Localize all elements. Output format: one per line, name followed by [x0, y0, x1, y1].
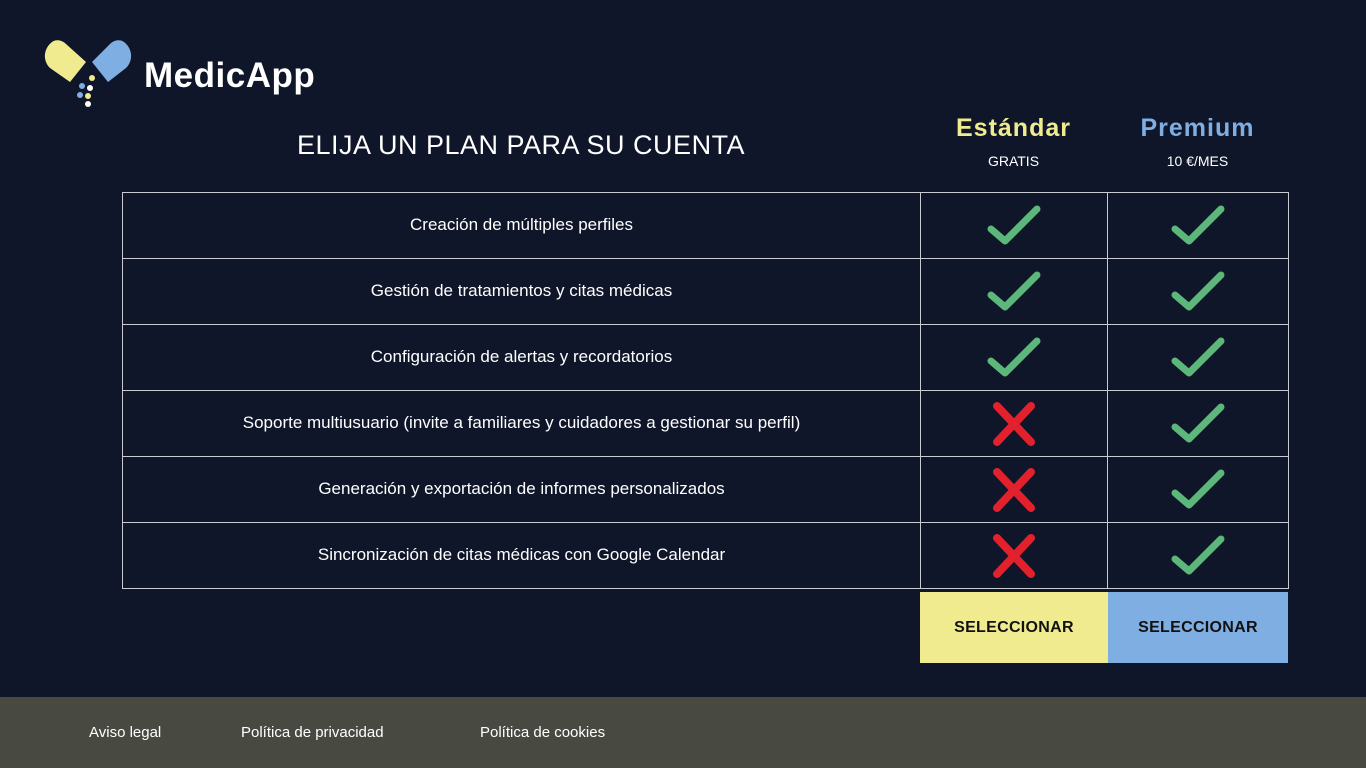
footer: Aviso legal Política de privacidad Polít…	[0, 697, 1366, 768]
feature-cell: Gestión de tratamientos y citas médicas	[122, 258, 921, 325]
check-icon	[987, 203, 1041, 249]
select-premium-button[interactable]: SELECCIONAR	[1108, 592, 1288, 663]
table-row: Creación de múltiples perfiles	[122, 192, 1289, 259]
check-icon	[1171, 467, 1225, 513]
feature-label: Sincronización de citas médicas con Goog…	[317, 544, 726, 564]
premium-availability-cell	[1107, 390, 1289, 457]
premium-availability-cell	[1107, 324, 1289, 391]
check-icon	[1171, 335, 1225, 381]
feature-cell: Soporte multiusuario (invite a familiare…	[122, 390, 921, 457]
table-row: Generación y exportación de informes per…	[122, 456, 1289, 523]
standard-availability-cell	[920, 258, 1108, 325]
check-icon	[1171, 401, 1225, 447]
app-logo[interactable]: MedicApp	[42, 38, 315, 110]
standard-availability-cell	[920, 522, 1108, 589]
standard-availability-cell	[920, 192, 1108, 259]
feature-label: Configuración de alertas y recordatorios	[370, 346, 673, 366]
feature-cell: Sincronización de citas médicas con Goog…	[122, 522, 921, 589]
table-row: Soporte multiusuario (invite a familiare…	[122, 390, 1289, 457]
standard-availability-cell	[920, 390, 1108, 457]
footer-link-legal-notice[interactable]: Aviso legal	[89, 724, 161, 741]
page-title: ELIJA UN PLAN PARA SU CUENTA	[296, 130, 746, 160]
feature-comparison-table: Creación de múltiples perfiles Gestión de…	[122, 192, 1289, 589]
check-icon	[1171, 533, 1225, 579]
cross-icon	[987, 401, 1041, 447]
footer-link-privacy-policy[interactable]: Política de privacidad	[241, 724, 384, 741]
pill-capsule-icon	[44, 40, 132, 107]
feature-label: Generación y exportación de informes per…	[318, 478, 725, 498]
table-row: Gestión de tratamientos y citas médicas	[122, 258, 1289, 325]
premium-availability-cell	[1107, 258, 1289, 325]
check-icon	[1171, 269, 1225, 315]
feature-cell: Generación y exportación de informes per…	[122, 456, 921, 523]
cross-icon	[987, 533, 1041, 579]
standard-availability-cell	[920, 456, 1108, 523]
premium-plan-price: 10 €/MES	[1166, 153, 1229, 169]
footer-link-cookie-policy[interactable]: Política de cookies	[480, 724, 605, 741]
standard-plan-name: Estándar	[956, 114, 1071, 142]
premium-availability-cell	[1107, 456, 1289, 523]
standard-plan-header: Estándar GRATIS	[920, 114, 1107, 169]
cross-icon	[987, 467, 1041, 513]
premium-availability-cell	[1107, 522, 1289, 589]
feature-label: Creación de múltiples perfiles	[410, 214, 633, 234]
select-standard-button[interactable]: SELECCIONAR	[920, 592, 1108, 663]
feature-cell: Creación de múltiples perfiles	[122, 192, 921, 259]
table-row: Sincronización de citas médicas con Goog…	[122, 522, 1289, 589]
check-icon	[987, 335, 1041, 381]
premium-availability-cell	[1107, 192, 1289, 259]
feature-label: Soporte multiusuario (invite a familiare…	[242, 412, 801, 432]
premium-plan-name: Premium	[1140, 114, 1255, 142]
app-name: MedicApp	[144, 56, 316, 95]
pricing-page: MedicApp ELIJA UN PLAN PARA SU CUENTA Es…	[0, 0, 1366, 768]
standard-availability-cell	[920, 324, 1108, 391]
feature-label: Gestión de tratamientos y citas médicas	[370, 280, 673, 300]
standard-plan-price: GRATIS	[987, 153, 1040, 169]
check-icon	[1171, 203, 1225, 249]
table-row: Configuración de alertas y recordatorios	[122, 324, 1289, 391]
feature-cell: Configuración de alertas y recordatorios	[122, 324, 921, 391]
premium-plan-header: Premium 10 €/MES	[1107, 114, 1288, 169]
check-icon	[987, 269, 1041, 315]
